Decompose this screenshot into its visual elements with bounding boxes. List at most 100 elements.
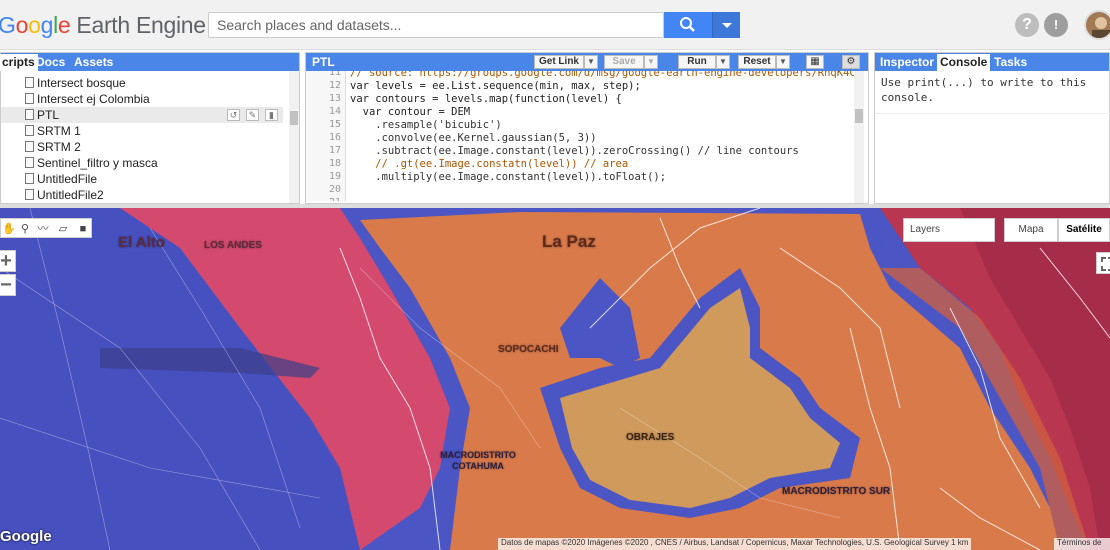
polygon-draw-icon[interactable]: ▱ [55,221,71,237]
line-number: 11 [328,71,341,78]
file-icon [25,157,34,168]
tab-console[interactable]: Console [937,54,991,71]
file-icon [25,189,34,200]
search-input[interactable]: Search places and datasets... [208,12,664,38]
search-button[interactable] [664,12,712,38]
file-icon [25,141,34,152]
tab-assets[interactable]: Assets [71,54,116,71]
layers-dropdown[interactable]: Layers [903,218,995,242]
map-type-satelite-button[interactable]: Satélite [1058,218,1110,242]
editor-header: PTL Get Link ▼ Save ▼ Run ▼ Reset ▼ ▦ ⚙ [306,53,868,71]
gear-icon[interactable]: ⚙ [842,55,860,69]
file-icon [25,93,34,104]
code-line: var contours = levels.map(function(level… [350,93,622,105]
file-icon [25,173,34,184]
code-line: .convolve(ee.Kernel.gaussian(5, 3)) [350,132,597,144]
rename-icon[interactable]: ✎ [246,109,259,121]
logo-letter: g [40,12,54,38]
line-number: 18 [328,158,341,169]
help-icon[interactable]: ? [1015,13,1039,37]
line-number: 13 [328,93,341,104]
tab-inspector[interactable]: Inspector [877,54,937,71]
zoom-in-button[interactable]: + [0,250,16,272]
editor-scrollbar[interactable] [854,71,864,203]
reset-button[interactable]: Reset [738,55,776,69]
line-number: 17 [328,145,341,156]
hand-pan-icon[interactable]: ✋ [1,221,17,237]
code-line: .subtract(ee.Image.constant(level)).zero… [350,145,799,157]
line-number: 14 [328,106,341,117]
map-type-mapa-button[interactable]: Mapa [1004,218,1058,242]
search-icon [680,17,695,32]
script-item[interactable]: Intersect bosque [25,75,126,91]
logo-letter: o [15,12,29,38]
divider [875,113,1110,114]
map-attribution[interactable]: Datos de mapas ©2020 Imágenes ©2020 , CN… [498,538,972,550]
line-number: 19 [328,171,341,182]
map-label-sopocachi: SOPOCACHI [498,344,559,355]
code-area[interactable]: 11 12 13 14 15 16 17 18 19 20 21 // sour… [306,71,864,201]
save-button[interactable]: Save [604,55,644,69]
script-item-selected[interactable]: PTL [25,107,59,123]
earth-engine-logo[interactable]: Google Earth Engine [0,12,206,39]
line-number: 21 [329,197,341,201]
code-line: .resample('bicubic') [350,119,502,131]
run-button[interactable]: Run [678,55,716,69]
save-dropdown[interactable]: ▼ [644,55,658,69]
code-line: var contour = DEM [350,106,471,118]
map-label-los-andes: LOS ANDES [204,240,262,251]
get-link-dropdown[interactable]: ▼ [584,55,598,69]
code-line: // .gt(ee.Image.constatn(level)) // area [350,158,629,170]
map-label-obrajes: OBRAJES [626,432,675,443]
scroll-thumb[interactable] [855,109,863,123]
map-label-la-paz: La Paz [542,232,596,251]
reset-dropdown[interactable]: ▼ [776,55,790,69]
delete-icon[interactable]: ▮ [265,109,278,121]
scripts-scrollbar[interactable] [289,71,299,203]
zoom-out-button[interactable]: − [0,274,16,296]
map-canvas[interactable]: El Alto LOS ANDES La Paz SOPOCACHI OBRAJ… [0,208,1110,550]
script-item[interactable]: UntitledFile2 [25,187,104,203]
rectangle-draw-icon[interactable]: ■ [75,221,91,237]
line-number: 20 [328,184,341,195]
history-icon[interactable]: ↺ [227,109,240,121]
line-draw-icon[interactable]: 〰 [35,221,51,237]
logo-letter: e [57,12,71,38]
script-item[interactable]: UntitledFile [25,171,97,187]
top-bar: Google Earth Engine Search places and dat… [0,0,1110,50]
tab-docs[interactable]: Docs [33,54,68,71]
run-dropdown[interactable]: ▼ [716,55,730,69]
script-item[interactable]: SRTM 2 [25,139,81,155]
google-footer-logo: Google [0,528,52,545]
script-item[interactable]: SRTM 1 [25,123,81,139]
logo-product: Earth Engine [76,12,206,38]
line-number-gutter: 11 12 13 14 15 16 17 18 19 20 21 [306,71,346,201]
avatar[interactable] [1084,10,1110,40]
point-marker-icon[interactable]: ⚲ [17,221,33,237]
logo-letter: o [28,12,41,38]
file-icon [25,77,34,88]
script-item[interactable]: Intersect ej Colombia [25,91,150,107]
apps-grid-icon[interactable]: ▦ [806,55,824,69]
scripts-panel-header: cripts Docs Assets [0,53,299,71]
console-message: Use print(...) to write to this console. [881,76,1087,104]
terms-link[interactable]: Términos de [1054,538,1110,550]
console-panel-header: Inspector Console Tasks [875,53,1109,71]
drawing-toolbar: ✋ ⚲ 〰 ▱ ■ [0,218,92,238]
search-dropdown-button[interactable] [712,12,740,38]
script-item[interactable]: Sentinel_filtro y masca [25,155,158,171]
fullscreen-icon[interactable] [1096,252,1110,274]
console-panel: Inspector Console Tasks Use print(...) t… [874,52,1110,204]
line-number: 15 [328,119,341,130]
tab-tasks[interactable]: Tasks [991,54,1030,71]
logo-letter: G [0,12,16,38]
code-line: .multiply(ee.Image.constant(level)).toFl… [350,171,667,183]
get-link-button[interactable]: Get Link [534,55,584,69]
line-number: 12 [328,80,341,91]
code-editor-panel: PTL Get Link ▼ Save ▼ Run ▼ Reset ▼ ▦ ⚙ … [305,52,869,204]
script-title: PTL [312,55,335,69]
code-line: var levels = ee.List.sequence(min, max, … [350,80,641,92]
map-label-cotahuma: MACRODISTRITO COTAHUMA [440,450,516,471]
scroll-thumb[interactable] [290,111,298,125]
feedback-icon[interactable]: ! [1044,13,1068,37]
